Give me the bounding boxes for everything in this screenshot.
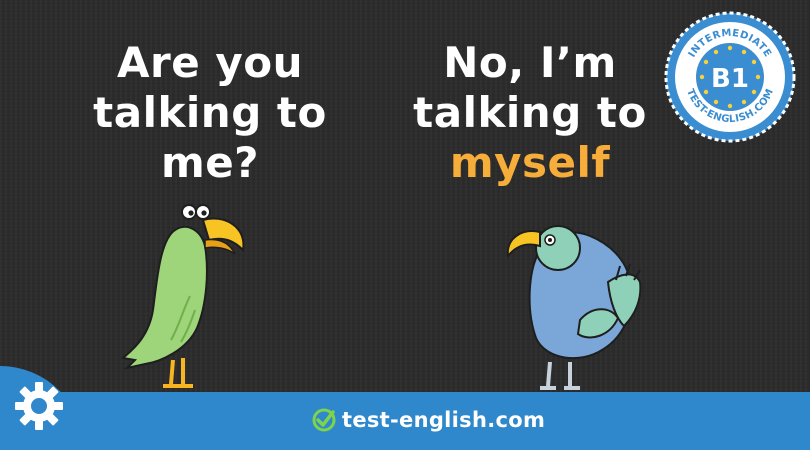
brand-name: test-english.com: [342, 408, 546, 432]
banner: Are you talking to me? No, I’m talking t…: [0, 0, 810, 450]
speech-line: talking to: [413, 88, 647, 137]
brand-link[interactable]: test-english.com: [312, 404, 545, 436]
green-parrot-speech: Are you talking to me?: [70, 38, 350, 188]
speech-line: Are you: [117, 38, 303, 87]
speech-line: talking to: [93, 88, 327, 137]
badge-level: B1: [711, 64, 749, 94]
blue-parrot-speech: No, I’m talking to myself: [390, 38, 670, 188]
speech-highlight-word: myself: [449, 138, 611, 187]
speech-line: me?: [160, 138, 260, 187]
speech-line: No, I’m: [443, 38, 617, 87]
check-icon: [312, 408, 336, 432]
gear-icon[interactable]: [14, 381, 64, 431]
level-badge: INTERMEDIATE TEST-ENGLISH.COM B1: [664, 11, 796, 143]
green-parrot-illustration: [120, 204, 245, 388]
blue-parrot-illustration: [506, 225, 642, 390]
